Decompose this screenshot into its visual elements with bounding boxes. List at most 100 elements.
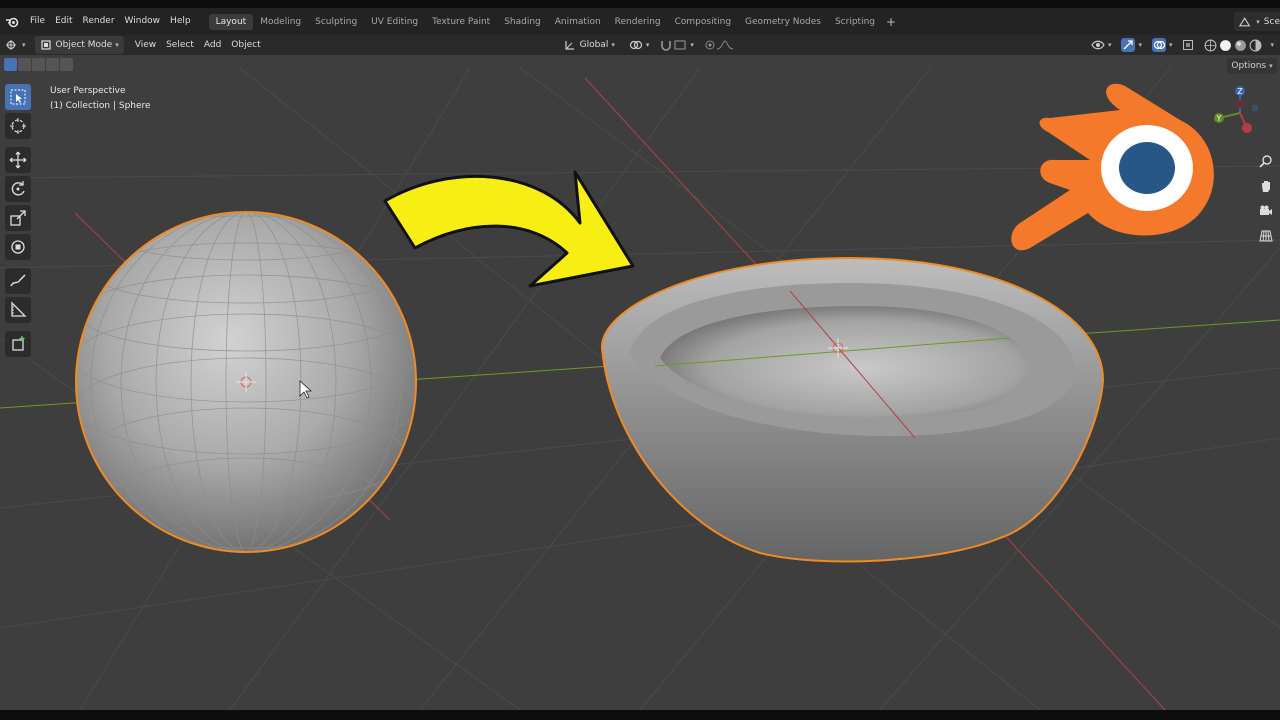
pan-button[interactable] bbox=[1256, 175, 1276, 197]
overlay-icon bbox=[1153, 40, 1165, 50]
xray-icon bbox=[1183, 40, 1194, 50]
tab-shading[interactable]: Shading bbox=[497, 14, 548, 30]
navigation-buttons bbox=[1256, 150, 1276, 250]
orientation-label: Global bbox=[579, 40, 609, 50]
proportional-edit-icon bbox=[705, 40, 715, 50]
select-intersect-button[interactable] bbox=[60, 58, 73, 71]
tool-shelf bbox=[5, 84, 35, 360]
chevron-down-icon[interactable]: ▾ bbox=[1270, 41, 1274, 49]
move-tool[interactable] bbox=[5, 147, 31, 173]
rotate-tool[interactable] bbox=[5, 176, 31, 202]
collection-info-label: (1) Collection | Sphere bbox=[50, 101, 151, 111]
tab-layout[interactable]: Layout bbox=[208, 13, 254, 30]
transform-tool[interactable] bbox=[5, 234, 31, 260]
add-workspace-button[interactable]: + bbox=[882, 15, 900, 29]
object-mode-label: Object Mode bbox=[55, 40, 113, 50]
tab-modeling[interactable]: Modeling bbox=[253, 14, 308, 30]
tab-texture-paint[interactable]: Texture Paint bbox=[425, 14, 497, 30]
camera-view-button[interactable] bbox=[1256, 200, 1276, 222]
cursor-tool[interactable] bbox=[5, 113, 31, 139]
gizmo-y-label: Y bbox=[1216, 114, 1222, 123]
menu-help[interactable]: Help bbox=[165, 8, 196, 35]
tab-compositing[interactable]: Compositing bbox=[668, 14, 738, 30]
blender-window: File Edit Render Window Help Layout Mode… bbox=[0, 8, 1280, 710]
selection-mode-buttons bbox=[4, 58, 73, 71]
xray-toggle[interactable] bbox=[1177, 36, 1199, 54]
perspective-toggle-button[interactable] bbox=[1256, 225, 1276, 247]
annotate-icon bbox=[10, 274, 26, 287]
zoom-button[interactable] bbox=[1256, 150, 1276, 172]
menu-edit[interactable]: Edit bbox=[50, 8, 77, 35]
transform-orientation-dropdown[interactable]: Global ▾ bbox=[559, 36, 620, 54]
gizmo-icon bbox=[1123, 40, 1134, 50]
overlay-toggle[interactable]: ▾ bbox=[1147, 36, 1178, 54]
select-new-button[interactable] bbox=[4, 58, 17, 71]
snap-button[interactable]: ▾ bbox=[654, 36, 699, 54]
cursor-icon bbox=[10, 118, 26, 134]
tab-sculpting[interactable]: Sculpting bbox=[308, 14, 364, 30]
editor-type-button[interactable]: ▾ bbox=[0, 36, 31, 54]
menu-add[interactable]: Add bbox=[199, 36, 226, 54]
navigation-gizmo[interactable]: Z Y bbox=[1205, 83, 1265, 143]
view-name-label: User Perspective bbox=[50, 86, 126, 96]
options-button[interactable]: Options ▾ bbox=[1227, 58, 1277, 74]
menu-select[interactable]: Select bbox=[161, 36, 199, 54]
proportional-edit-button[interactable] bbox=[699, 36, 739, 54]
grid-icon bbox=[1259, 230, 1273, 242]
object-mode-dropdown[interactable]: Object Mode ▾ bbox=[34, 36, 124, 54]
visibility-dropdown[interactable]: ▾ bbox=[1086, 36, 1117, 54]
chevron-down-icon: ▾ bbox=[1269, 62, 1273, 70]
tab-uv-editing[interactable]: UV Editing bbox=[364, 14, 425, 30]
select-subtract-button[interactable] bbox=[32, 58, 45, 71]
snap-icon bbox=[661, 41, 672, 51]
workspace-tabs: Layout Modeling Sculpting UV Editing Tex… bbox=[208, 8, 900, 35]
chevron-down-icon: ▾ bbox=[1138, 41, 1142, 49]
editor-type-icon bbox=[6, 40, 16, 50]
falloff-curve-icon bbox=[716, 40, 733, 50]
scale-icon bbox=[10, 210, 26, 226]
chevron-down-icon: ▾ bbox=[1168, 41, 1173, 49]
menu-file[interactable]: File bbox=[25, 8, 50, 35]
menu-render[interactable]: Render bbox=[78, 8, 120, 35]
gizmo-neg-z-axis[interactable] bbox=[1251, 104, 1259, 112]
options-label: Options bbox=[1231, 61, 1267, 71]
blender-logo-icon[interactable] bbox=[5, 16, 19, 28]
menu-object[interactable]: Object bbox=[226, 36, 265, 54]
scene-icon bbox=[1238, 16, 1251, 26]
visibility-icon bbox=[1091, 40, 1105, 50]
shading-wireframe-icon[interactable] bbox=[1204, 39, 1217, 52]
rotate-icon bbox=[11, 181, 25, 196]
scale-tool[interactable] bbox=[5, 205, 31, 231]
pivot-point-button[interactable]: ▾ bbox=[624, 36, 655, 54]
pivot-icon bbox=[629, 40, 642, 50]
shading-rendered-icon[interactable] bbox=[1249, 39, 1262, 52]
select-invert-button[interactable] bbox=[46, 58, 59, 71]
select-extend-button[interactable] bbox=[18, 58, 31, 71]
gizmo-x-axis[interactable] bbox=[1242, 123, 1252, 133]
chevron-down-icon: ▾ bbox=[1256, 17, 1260, 26]
shading-solid-icon[interactable] bbox=[1219, 39, 1232, 52]
menu-view[interactable]: View bbox=[130, 36, 161, 54]
shading-material-icon[interactable] bbox=[1234, 39, 1247, 52]
transform-icon bbox=[11, 240, 25, 254]
tab-animation[interactable]: Animation bbox=[548, 14, 608, 30]
add-cube-tool[interactable] bbox=[5, 331, 31, 357]
measure-tool[interactable] bbox=[5, 297, 31, 323]
tab-geometry-nodes[interactable]: Geometry Nodes bbox=[738, 14, 828, 30]
uv-sphere-object[interactable] bbox=[74, 211, 418, 553]
gizmo-z-label: Z bbox=[1237, 87, 1243, 96]
select-box-icon bbox=[10, 89, 26, 105]
viewport-3d[interactable] bbox=[0, 8, 1280, 710]
zoom-icon bbox=[1259, 155, 1272, 168]
chevron-down-icon: ▾ bbox=[1107, 41, 1112, 49]
tab-rendering[interactable]: Rendering bbox=[608, 14, 668, 30]
viewport-info: User Perspective (1) Collection | Sphere bbox=[50, 84, 151, 114]
menu-window[interactable]: Window bbox=[120, 8, 166, 35]
top-menubar: File Edit Render Window Help Layout Mode… bbox=[0, 8, 1280, 35]
gizmo-neg-x-axis[interactable] bbox=[1236, 100, 1244, 108]
gizmo-toggle[interactable]: ▾ bbox=[1116, 36, 1147, 54]
select-box-tool[interactable] bbox=[5, 84, 31, 110]
tab-scripting[interactable]: Scripting bbox=[828, 14, 882, 30]
scene-selector[interactable]: ▾ Sce bbox=[1234, 12, 1280, 31]
annotate-tool[interactable] bbox=[5, 268, 31, 294]
